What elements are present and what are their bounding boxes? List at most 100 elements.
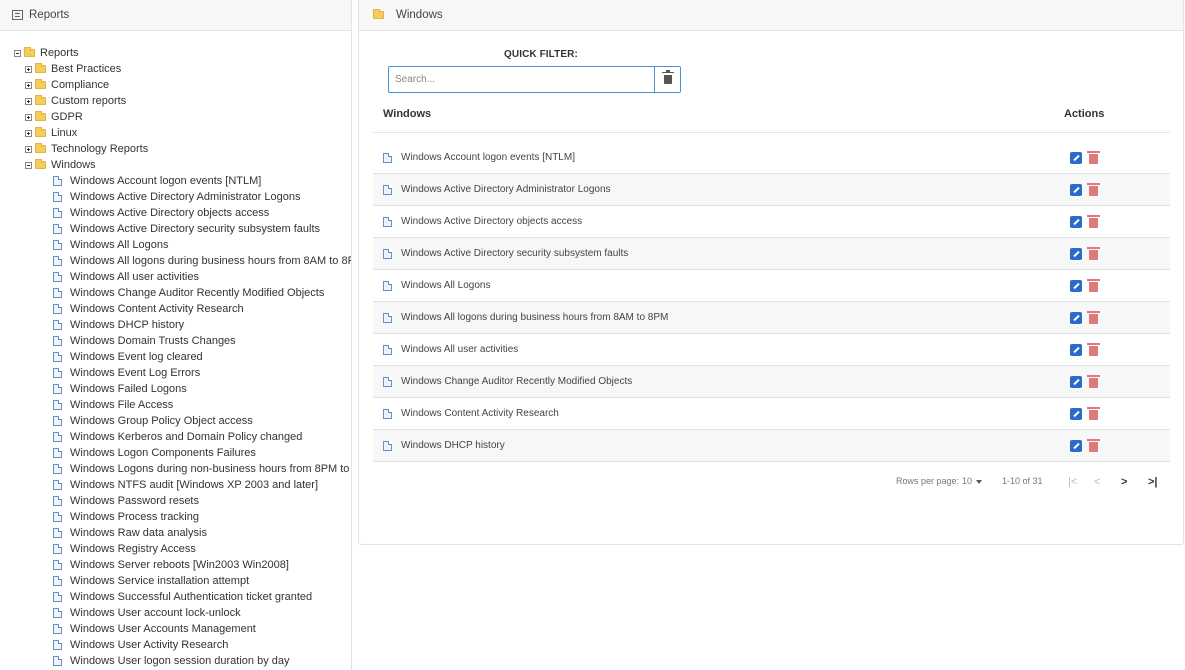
expand-icon[interactable]	[25, 81, 32, 89]
tree-node-label[interactable]: Windows Domain Trusts Changes	[70, 335, 236, 347]
tree-node-label[interactable]: Reports	[40, 47, 79, 59]
next-page-button[interactable]: >	[1121, 476, 1127, 488]
report-name[interactable]: Windows Account logon events [NTLM]	[401, 152, 575, 163]
table-row[interactable]: Windows All logons during business hours…	[373, 302, 1170, 334]
table-row[interactable]: Windows All Logons	[373, 270, 1170, 302]
report-name[interactable]: Windows Change Auditor Recently Modified…	[401, 376, 632, 387]
delete-icon[interactable]	[1087, 375, 1100, 388]
tree-node-label[interactable]: Windows User logon session duration by d…	[70, 655, 290, 667]
report-name[interactable]: Windows All logons during business hours…	[401, 312, 668, 323]
delete-icon[interactable]	[1087, 407, 1100, 420]
edit-icon[interactable]	[1070, 280, 1082, 292]
search-input[interactable]	[388, 66, 655, 93]
tree-node-report[interactable]: Windows User account lock-unlock	[0, 605, 351, 621]
tree-node-report[interactable]: Windows Active Directory Administrator L…	[0, 189, 351, 205]
tree-node-report[interactable]: Windows All Logons	[0, 237, 351, 253]
tree-node-label[interactable]: GDPR	[51, 111, 83, 123]
tree-node-label[interactable]: Windows Logons during non-business hours…	[70, 463, 351, 475]
tree-node-report[interactable]: Windows Server reboots [Win2003 Win2008]	[0, 557, 351, 573]
tree-node-label[interactable]: Windows File Access	[70, 399, 173, 411]
tree-node-report[interactable]: Windows Active Directory objects access	[0, 205, 351, 221]
edit-icon[interactable]	[1070, 216, 1082, 228]
tree-node-report[interactable]: Windows All user activities	[0, 269, 351, 285]
tree-node-report[interactable]: Windows Failed Logons	[0, 381, 351, 397]
tree-node-report[interactable]: Windows Password resets	[0, 493, 351, 509]
tree-node-report[interactable]: Windows User Accounts Management	[0, 621, 351, 637]
table-row[interactable]: Windows Content Activity Research	[373, 398, 1170, 430]
tree-node-label[interactable]: Windows Service installation attempt	[70, 575, 249, 587]
tree-node-report[interactable]: Windows Successful Authentication ticket…	[0, 589, 351, 605]
edit-icon[interactable]	[1070, 344, 1082, 356]
last-page-button[interactable]: >|	[1148, 476, 1158, 488]
delete-icon[interactable]	[1087, 247, 1100, 260]
tree-node-report[interactable]: Windows Content Activity Research	[0, 301, 351, 317]
tree-node-folder[interactable]: Custom reports	[0, 93, 351, 109]
tree-node-label[interactable]: Windows Server reboots [Win2003 Win2008]	[70, 559, 289, 571]
expand-icon[interactable]	[25, 129, 32, 137]
prev-page-button[interactable]: <	[1094, 476, 1100, 488]
report-name[interactable]: Windows All Logons	[401, 280, 491, 291]
edit-icon[interactable]	[1070, 184, 1082, 196]
tree-node-label[interactable]: Custom reports	[51, 95, 126, 107]
tree-node-report[interactable]: Windows DHCP history	[0, 317, 351, 333]
table-row[interactable]: Windows Change Auditor Recently Modified…	[373, 366, 1170, 398]
tree-node-report[interactable]: Windows Event Log Errors	[0, 365, 351, 381]
tree-node-folder[interactable]: Best Practices	[0, 61, 351, 77]
tree-node-label[interactable]: Windows All logons during business hours…	[70, 255, 351, 267]
edit-icon[interactable]	[1070, 152, 1082, 164]
delete-icon[interactable]	[1087, 215, 1100, 228]
tree-node-folder[interactable]: GDPR	[0, 109, 351, 125]
report-name[interactable]: Windows DHCP history	[401, 440, 505, 451]
expand-icon[interactable]	[25, 97, 32, 105]
expand-icon[interactable]	[25, 113, 32, 121]
delete-icon[interactable]	[1087, 279, 1100, 292]
tree-node-report[interactable]: Windows Event log cleared	[0, 349, 351, 365]
tree-node-report[interactable]: Windows Domain Trusts Changes	[0, 333, 351, 349]
table-row[interactable]: Windows Account logon events [NTLM]	[373, 142, 1170, 174]
tree-node-report[interactable]: Windows File Access	[0, 397, 351, 413]
tree-node-report[interactable]: Windows Group Policy Object access	[0, 413, 351, 429]
table-row[interactable]: Windows DHCP history	[373, 430, 1170, 462]
edit-icon[interactable]	[1070, 376, 1082, 388]
tree-node-report[interactable]: Windows Raw data analysis	[0, 525, 351, 541]
tree-node-folder[interactable]: Compliance	[0, 77, 351, 93]
tree-node-report[interactable]: Windows User Activity Research	[0, 637, 351, 653]
table-row[interactable]: Windows All user activities	[373, 334, 1170, 366]
tree-node-report[interactable]: Windows Change Auditor Recently Modified…	[0, 285, 351, 301]
report-name[interactable]: Windows Active Directory objects access	[401, 216, 582, 227]
tree-node-label[interactable]: Windows Group Policy Object access	[70, 415, 253, 427]
tree-node-label[interactable]: Windows User Accounts Management	[70, 623, 256, 635]
edit-icon[interactable]	[1070, 248, 1082, 260]
tree-node-label[interactable]: Windows	[51, 159, 96, 171]
tree-node-label[interactable]: Windows All Logons	[70, 239, 168, 251]
tree-node-label[interactable]: Windows Account logon events [NTLM]	[70, 175, 261, 187]
tree-node-label[interactable]: Windows Kerberos and Domain Policy chang…	[70, 431, 302, 443]
tree-node-label[interactable]: Windows Active Directory objects access	[70, 207, 269, 219]
tree-node-folder[interactable]: Windows	[0, 157, 351, 173]
first-page-button[interactable]: |<	[1068, 476, 1077, 488]
report-name[interactable]: Windows Active Directory Administrator L…	[401, 184, 611, 195]
tree-node-label[interactable]: Windows NTFS audit [Windows XP 2003 and …	[70, 479, 318, 491]
report-name[interactable]: Windows All user activities	[401, 344, 518, 355]
tree-node-label[interactable]: Windows Active Directory security subsys…	[70, 223, 320, 235]
tree-node-label[interactable]: Windows User Activity Research	[70, 639, 228, 651]
delete-icon[interactable]	[1087, 151, 1100, 164]
table-row[interactable]: Windows Active Directory Administrator L…	[373, 174, 1170, 206]
tree-node-label[interactable]: Compliance	[51, 79, 109, 91]
tree-node-label[interactable]: Windows DHCP history	[70, 319, 184, 331]
tree-node-label[interactable]: Technology Reports	[51, 143, 148, 155]
tree-node-label[interactable]: Best Practices	[51, 63, 121, 75]
collapse-icon[interactable]	[25, 161, 32, 169]
tree-node-folder[interactable]: Technology Reports	[0, 141, 351, 157]
tree-node-label[interactable]: Linux	[51, 127, 77, 139]
tree-node-report[interactable]: Windows User logon session duration by d…	[0, 653, 351, 669]
tree-node-label[interactable]: Windows Successful Authentication ticket…	[70, 591, 312, 603]
expand-icon[interactable]	[25, 65, 32, 73]
tree-node-label[interactable]: Windows Change Auditor Recently Modified…	[70, 287, 324, 299]
tree-node-label[interactable]: Windows Event Log Errors	[70, 367, 200, 379]
edit-icon[interactable]	[1070, 408, 1082, 420]
tree-node-reports[interactable]: Reports	[0, 45, 351, 61]
tree-node-label[interactable]: Windows All user activities	[70, 271, 199, 283]
tree-node-label[interactable]: Windows Password resets	[70, 495, 199, 507]
tree-node-label[interactable]: Windows Logon Components Failures	[70, 447, 256, 459]
